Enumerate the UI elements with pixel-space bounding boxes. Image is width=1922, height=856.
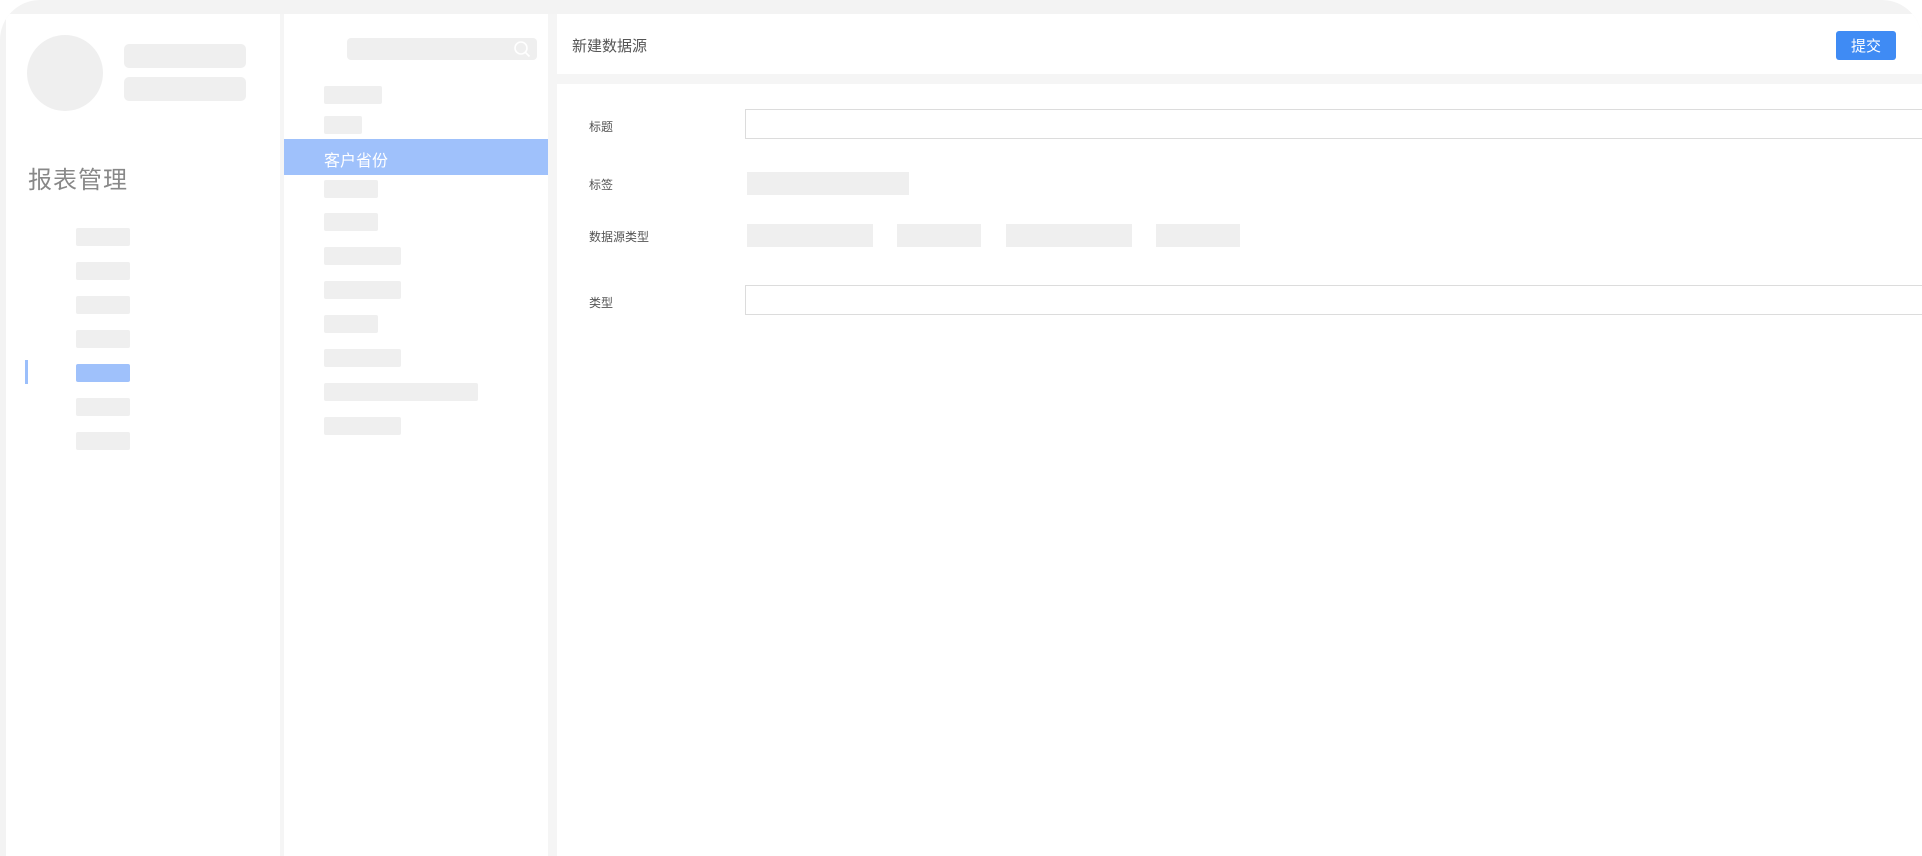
form-panel: 标题 标签 数据源类型 类型 bbox=[557, 84, 1922, 856]
search-icon[interactable] bbox=[513, 40, 531, 58]
avatar[interactable] bbox=[27, 35, 103, 111]
user-info-placeholder bbox=[124, 77, 246, 101]
source-type-option[interactable] bbox=[747, 224, 873, 247]
page-title: 新建数据源 bbox=[572, 38, 648, 55]
sidebar-item[interactable] bbox=[76, 398, 130, 416]
title-field[interactable] bbox=[745, 109, 1922, 139]
sidebar-item[interactable] bbox=[76, 432, 130, 450]
list-item-selected[interactable]: 客户省份 bbox=[284, 139, 548, 175]
list-item-label: 客户省份 bbox=[324, 153, 389, 170]
app-body: 报表管理 客户省份 新建数据源 提交 标题 标签 数据源类型 类型 bbox=[6, 14, 1922, 856]
active-indicator bbox=[25, 360, 28, 384]
list-item[interactable] bbox=[324, 180, 378, 198]
header-bar: 新建数据源 提交 bbox=[557, 14, 1922, 74]
sidebar-item-active[interactable] bbox=[76, 364, 130, 382]
sidebar-item[interactable] bbox=[76, 262, 130, 280]
list-item[interactable] bbox=[324, 247, 401, 265]
sidebar: 报表管理 bbox=[6, 14, 280, 856]
list-item[interactable] bbox=[324, 116, 362, 134]
tags-label: 标签 bbox=[589, 178, 614, 192]
title-label: 标题 bbox=[589, 120, 614, 134]
source-type-label: 数据源类型 bbox=[589, 230, 650, 244]
list-item[interactable] bbox=[324, 213, 378, 231]
app-title: 报表管理 bbox=[28, 167, 128, 194]
source-type-option[interactable] bbox=[1156, 224, 1240, 247]
type-field[interactable] bbox=[745, 285, 1922, 315]
sidebar-item[interactable] bbox=[76, 228, 130, 246]
source-type-option[interactable] bbox=[1006, 224, 1132, 247]
sidebar-item[interactable] bbox=[76, 296, 130, 314]
submit-button[interactable]: 提交 bbox=[1836, 31, 1896, 60]
list-item[interactable] bbox=[324, 86, 382, 104]
list-item[interactable] bbox=[324, 349, 401, 367]
search-input[interactable] bbox=[347, 38, 537, 60]
list-item[interactable] bbox=[324, 417, 401, 435]
tag-selector[interactable] bbox=[747, 172, 909, 195]
app-window: 报表管理 客户省份 新建数据源 提交 标题 标签 数据源类型 类型 bbox=[0, 0, 1922, 856]
list-item[interactable] bbox=[324, 383, 478, 401]
source-type-option[interactable] bbox=[897, 224, 981, 247]
sidebar-item[interactable] bbox=[76, 330, 130, 348]
list-panel: 客户省份 bbox=[284, 14, 548, 856]
type-label: 类型 bbox=[589, 296, 614, 310]
list-item[interactable] bbox=[324, 281, 401, 299]
list-item[interactable] bbox=[324, 315, 378, 333]
user-name-placeholder bbox=[124, 44, 246, 68]
